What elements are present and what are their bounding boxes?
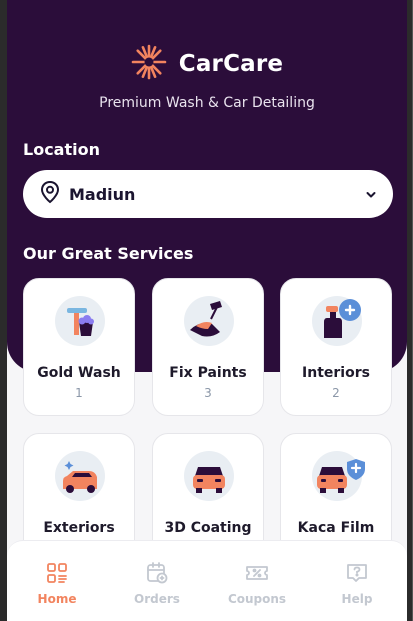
help-chat-icon [345, 561, 369, 585]
service-title: Exteriors [43, 520, 115, 536]
app-screen: CarCare Premium Wash & Car Detailing Loc… [7, 0, 407, 621]
nav-label: Help [341, 592, 373, 606]
service-count: 2 [332, 386, 340, 400]
coupon-ticket-icon [245, 561, 269, 585]
service-card-fix-paints[interactable]: Fix Paints 3 [152, 278, 264, 416]
nav-orders[interactable]: Orders [107, 541, 207, 621]
service-count: 1 [75, 386, 83, 400]
spray-bottle-icon [312, 296, 362, 346]
service-title: 3D Coating [164, 520, 252, 536]
services-title: Our Great Services [23, 244, 194, 263]
nav-label: Home [37, 592, 77, 606]
starburst-logo-icon [131, 44, 167, 84]
service-card-interiors[interactable]: Interiors 2 [280, 278, 392, 416]
sparkle-car-icon [55, 451, 105, 501]
car-shield-icon [312, 451, 365, 501]
nav-help[interactable]: Help [307, 541, 407, 621]
orders-calendar-icon [145, 561, 169, 585]
service-title: Gold Wash [37, 365, 121, 381]
map-pin-icon [39, 180, 61, 208]
car-front-icon [184, 451, 234, 501]
wash-bucket-icon [55, 296, 105, 346]
bottom-navigation: Home Orders Coupons Help [7, 540, 407, 621]
app-name: CarCare [178, 51, 284, 77]
service-count: 3 [204, 386, 212, 400]
home-grid-icon [45, 561, 69, 585]
paint-roller-icon [184, 296, 234, 346]
nav-coupons[interactable]: Coupons [207, 541, 307, 621]
chevron-down-icon [365, 185, 377, 204]
service-card-gold-wash[interactable]: Gold Wash 1 [23, 278, 135, 416]
service-title: Fix Paints [169, 365, 247, 381]
service-title: Interiors [302, 365, 370, 381]
location-dropdown[interactable]: Madiun [23, 170, 393, 218]
nav-home[interactable]: Home [7, 541, 107, 621]
location-label: Location [23, 140, 100, 159]
app-tagline: Premium Wash & Car Detailing [99, 95, 315, 111]
nav-label: Orders [134, 592, 180, 606]
location-value: Madiun [69, 184, 136, 204]
service-title: Kaca Film [297, 520, 375, 536]
brand: CarCare [7, 44, 407, 84]
nav-label: Coupons [227, 592, 287, 606]
